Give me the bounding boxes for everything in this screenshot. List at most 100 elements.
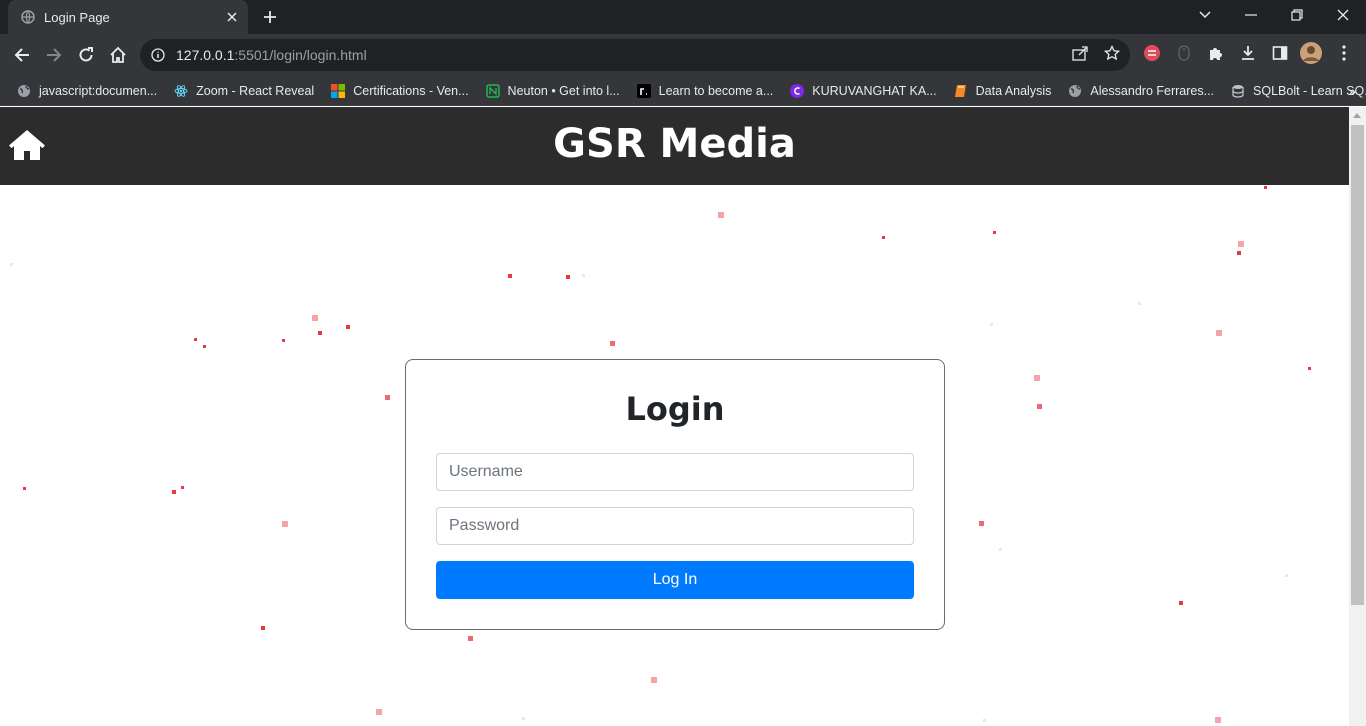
- particle: [882, 236, 885, 239]
- particle: [508, 274, 512, 278]
- canva-icon: [789, 83, 805, 99]
- bookmark-label: Neuton • Get into l...: [507, 83, 620, 98]
- particle: [318, 331, 322, 335]
- tab-search-icon[interactable]: [1182, 0, 1228, 30]
- side-panel-icon[interactable]: [1269, 42, 1291, 64]
- particle: [1264, 186, 1267, 189]
- particle: [194, 338, 197, 341]
- particle: [582, 274, 585, 277]
- browser-menu-icon[interactable]: [1333, 42, 1355, 64]
- share-icon[interactable]: [1069, 42, 1091, 64]
- login-button[interactable]: Log In: [436, 561, 914, 599]
- site-info-icon[interactable]: [140, 48, 176, 62]
- particle: [468, 636, 473, 641]
- url-path: :5501/login/login.html: [234, 47, 367, 63]
- particle: [1034, 375, 1040, 381]
- particle: [10, 263, 13, 266]
- profile-avatar-icon[interactable]: [1300, 42, 1322, 64]
- particle: [1216, 330, 1222, 336]
- particle: [718, 212, 724, 218]
- bookmark-item[interactable]: SQLBolt - Learn SQ...: [1222, 78, 1366, 104]
- login-form: Login Log In: [405, 359, 945, 630]
- scroll-up-arrow-icon[interactable]: [1353, 113, 1361, 118]
- url-host: 127.0.0.1: [176, 47, 235, 63]
- bookmark-item[interactable]: Neuton • Get into l...: [477, 78, 628, 104]
- more-bookmarks-button[interactable]: »: [1348, 76, 1356, 106]
- scrollbar-thumb[interactable]: [1351, 125, 1364, 605]
- page-viewport: GSR Media Login Username Log In: [0, 107, 1366, 726]
- particle: [376, 709, 382, 715]
- bookmark-item[interactable]: Zoom - React Reveal: [165, 78, 322, 104]
- back-icon[interactable]: [9, 42, 35, 68]
- particle: [203, 345, 206, 348]
- address-bar[interactable]: 127.0.0.1:5501/login/login.html: [140, 39, 1130, 71]
- bookmark-item[interactable]: javascript:documen...: [8, 78, 165, 104]
- particle: [1138, 302, 1141, 305]
- particle: [261, 626, 265, 630]
- particle: [385, 395, 390, 400]
- password-input[interactable]: [436, 507, 914, 545]
- roadmap-icon: [636, 83, 652, 99]
- site-title: GSR Media: [553, 121, 796, 167]
- home-button-icon[interactable]: [105, 42, 131, 68]
- react-icon: [173, 83, 189, 99]
- bookmark-label: Alessandro Ferrares...: [1090, 83, 1215, 98]
- particle: [23, 487, 26, 490]
- bookmarks-bar: javascript:documen... Zoom - React Revea…: [0, 76, 1366, 106]
- bookmark-label: javascript:documen...: [39, 83, 158, 98]
- particle: [990, 323, 993, 326]
- bookmark-item[interactable]: Data Analysis: [945, 78, 1060, 104]
- particle: [522, 717, 525, 720]
- bookmark-label: KURUVANGHAT KA...: [812, 83, 937, 98]
- particle: [610, 341, 615, 346]
- reload-icon[interactable]: [73, 42, 99, 68]
- particle: [993, 231, 996, 234]
- url-text: 127.0.0.1:5501/login/login.html: [176, 47, 367, 63]
- particle: [1238, 241, 1244, 247]
- site-header: GSR Media: [0, 107, 1349, 185]
- globe-icon: [1067, 83, 1083, 99]
- particle: [1179, 601, 1183, 605]
- bookmark-star-icon[interactable]: [1101, 42, 1123, 64]
- particle: [282, 339, 285, 342]
- minimize-icon[interactable]: [1228, 0, 1274, 30]
- restore-icon[interactable]: [1274, 0, 1320, 30]
- bookmark-item[interactable]: KURUVANGHAT KA...: [781, 78, 944, 104]
- particle: [1237, 251, 1241, 255]
- new-tab-icon[interactable]: [258, 6, 282, 28]
- neuton-icon: [485, 83, 501, 99]
- globe-icon: [20, 9, 36, 25]
- extension-mouse-icon[interactable]: [1173, 42, 1195, 64]
- particle: [1215, 717, 1221, 723]
- particle: [1285, 574, 1288, 577]
- bookmark-item[interactable]: Alessandro Ferrares...: [1059, 78, 1222, 104]
- forward-icon[interactable]: [41, 42, 67, 68]
- extension-red-icon[interactable]: [1141, 42, 1163, 64]
- particle: [1037, 404, 1042, 409]
- particle: [282, 521, 288, 527]
- browser-tab-strip: Login Page: [0, 0, 1366, 34]
- particle: [983, 719, 986, 722]
- database-icon: [1230, 83, 1246, 99]
- particle: [312, 315, 318, 321]
- bookmark-item[interactable]: Certifications - Ven...: [322, 78, 476, 104]
- particle: [172, 490, 176, 494]
- bookmark-label: Data Analysis: [975, 83, 1052, 98]
- particle: [979, 521, 984, 526]
- globe-icon: [16, 83, 32, 99]
- close-window-icon[interactable]: [1320, 0, 1366, 30]
- tab-title: Login Page: [44, 9, 110, 25]
- page-scrollbar[interactable]: [1349, 107, 1366, 726]
- particle: [346, 325, 350, 329]
- browser-tab[interactable]: Login Page: [8, 0, 248, 34]
- username-input[interactable]: [436, 453, 914, 491]
- browser-toolbar: 127.0.0.1:5501/login/login.html: [0, 34, 1366, 76]
- particle: [651, 677, 657, 683]
- download-icon[interactable]: [1237, 42, 1259, 64]
- microsoft-icon: [330, 83, 346, 99]
- close-tab-icon[interactable]: [222, 7, 242, 27]
- particle: [999, 548, 1002, 551]
- bookmark-item[interactable]: Learn to become a...: [628, 78, 782, 104]
- particle: [566, 275, 570, 279]
- extensions-puzzle-icon[interactable]: [1205, 42, 1227, 64]
